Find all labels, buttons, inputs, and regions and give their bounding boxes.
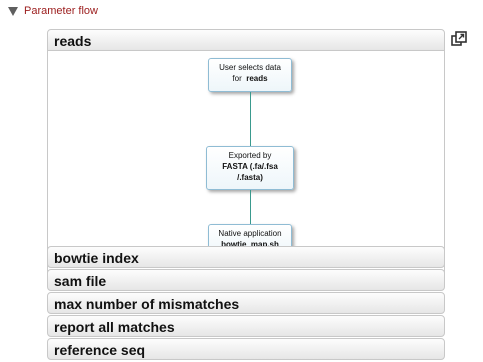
- section-label: max number of mismatches: [54, 296, 240, 312]
- node-text-prefix: for: [232, 74, 242, 83]
- section-header-report-all-matches[interactable]: report all matches: [47, 315, 445, 337]
- section-header-bowtie-index[interactable]: bowtie index: [47, 246, 445, 268]
- section-label: report all matches: [54, 319, 175, 335]
- node-text-bold: /.fasta): [237, 173, 263, 182]
- section-header-reference-seq[interactable]: reference seq: [47, 338, 445, 360]
- parameter-flow-title: Parameter flow: [24, 5, 98, 17]
- flow-node-exported-by: Exported by FASTA (.fa/.fsa /.fasta): [206, 146, 294, 190]
- section-label: reads: [54, 33, 92, 49]
- section-label: bowtie index: [54, 250, 139, 266]
- section-label: reference seq: [54, 342, 146, 358]
- parameter-flow-panel: Parameter flow reads User selects data f…: [0, 0, 483, 362]
- parameters-accordion: reads User selects data for reads Export…: [47, 29, 445, 362]
- flow-node-user-selects: User selects data for reads: [208, 58, 292, 92]
- triangle-down-icon: [8, 6, 18, 16]
- node-text: Native application: [218, 229, 282, 238]
- section-header-reads[interactable]: reads: [47, 29, 445, 51]
- node-text: User selects data: [219, 63, 281, 72]
- node-text-bold: reads: [246, 74, 268, 83]
- flow-connector: [250, 190, 251, 224]
- parameter-flow-toggle[interactable]: Parameter flow: [8, 5, 98, 17]
- section-label: sam file: [54, 273, 107, 289]
- flow-connector: [250, 92, 251, 146]
- section-header-max-mismatches[interactable]: max number of mismatches: [47, 292, 445, 314]
- popout-window-icon[interactable]: [451, 31, 467, 47]
- node-text: Exported by: [228, 151, 272, 160]
- node-text: for reads: [209, 73, 291, 84]
- section-header-sam-file[interactable]: sam file: [47, 269, 445, 291]
- section-body-reads: User selects data for reads Exported by …: [47, 51, 445, 273]
- node-text-bold: FASTA (.fa/.fsa: [222, 162, 278, 171]
